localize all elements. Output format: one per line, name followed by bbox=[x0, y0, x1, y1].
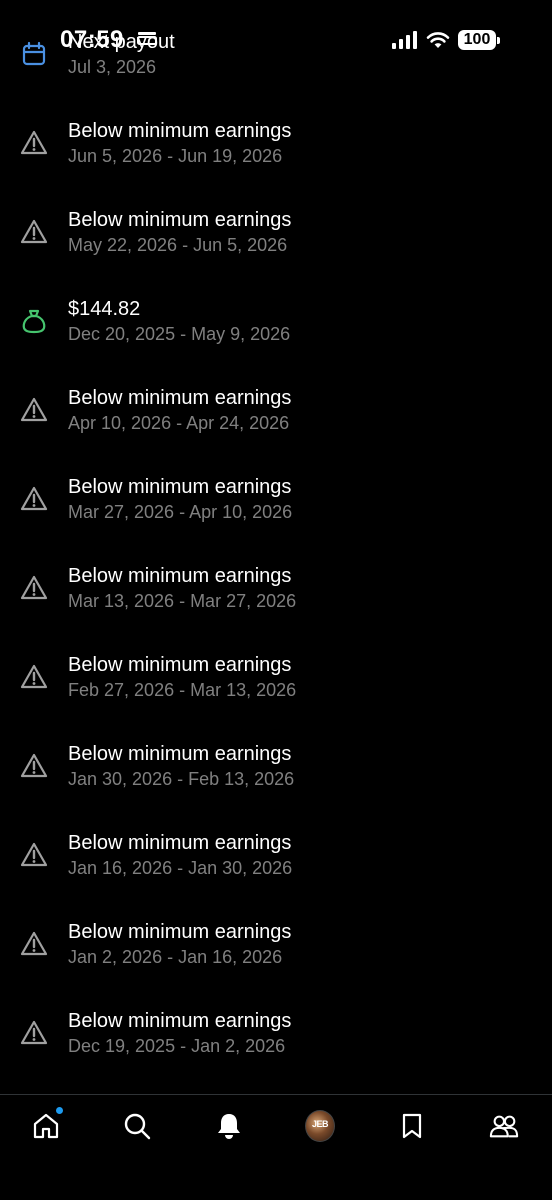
nav-notifications[interactable] bbox=[214, 1111, 244, 1141]
payout-title: Below minimum earnings bbox=[68, 476, 292, 498]
payout-title: Below minimum earnings bbox=[68, 654, 292, 676]
warning-icon bbox=[20, 1019, 48, 1047]
payout-date-range: Mar 27, 2026 - Apr 10, 2026 bbox=[68, 502, 293, 522]
payout-title: Below minimum earnings bbox=[68, 1010, 292, 1032]
payout-date-range: Apr 10, 2026 - Apr 24, 2026 bbox=[68, 413, 290, 433]
payout-row[interactable]: Below minimum earnings Mar 13, 2026 - Mar… bbox=[0, 554, 552, 643]
nav-profile[interactable]: JEB bbox=[305, 1110, 335, 1142]
nav-communities[interactable] bbox=[489, 1111, 519, 1141]
payout-date-range: Mar 13, 2026 - Mar 27, 2026 bbox=[68, 591, 297, 611]
home-notification-dot bbox=[56, 1107, 63, 1114]
calendar-icon bbox=[20, 40, 48, 68]
payout-title: Below minimum earnings bbox=[68, 743, 292, 765]
payout-date-range: May 22, 2026 - Jun 5, 2026 bbox=[68, 235, 288, 255]
payout-date-range: Jan 16, 2026 - Jan 30, 2026 bbox=[68, 858, 293, 878]
payout-date-range: Jan 30, 2026 - Feb 13, 2026 bbox=[68, 769, 295, 789]
money-bag-icon bbox=[20, 307, 48, 335]
bookmark-icon bbox=[402, 1113, 422, 1139]
avatar-text: JEB bbox=[311, 1119, 329, 1129]
payout-title: Below minimum earnings bbox=[68, 120, 292, 142]
warning-icon bbox=[20, 841, 48, 869]
avatar: JEB bbox=[305, 1110, 335, 1142]
payout-title: Below minimum earnings bbox=[68, 209, 292, 231]
payout-title: Below minimum earnings bbox=[68, 832, 292, 854]
bell-icon bbox=[218, 1114, 240, 1139]
payout-title: Next payout bbox=[68, 31, 175, 53]
nav-home[interactable] bbox=[31, 1107, 63, 1141]
payout-title: $144.82 bbox=[68, 298, 141, 320]
warning-icon bbox=[20, 485, 48, 513]
search-icon bbox=[124, 1113, 151, 1140]
bottom-navigation: JEB bbox=[0, 1094, 552, 1200]
warning-icon bbox=[20, 218, 48, 246]
payout-row[interactable]: Below minimum earnings Apr 10, 2026 - Apr… bbox=[0, 376, 552, 465]
payout-date-range: Jul 3, 2026 bbox=[68, 57, 157, 77]
payout-row[interactable]: Below minimum earnings Jan 16, 2026 - Jan… bbox=[0, 821, 552, 910]
payout-title: Below minimum earnings bbox=[68, 921, 292, 943]
payout-row[interactable]: Below minimum earnings Jan 30, 2026 - Feb… bbox=[0, 732, 552, 821]
communities-icon bbox=[489, 1115, 519, 1138]
warning-icon bbox=[20, 129, 48, 157]
payout-row[interactable]: Below minimum earnings May 22, 2026 - Jun… bbox=[0, 198, 552, 287]
payout-row[interactable]: Below minimum earnings Feb 27, 2026 - Mar… bbox=[0, 643, 552, 732]
payout-title: Below minimum earnings bbox=[68, 565, 292, 587]
nav-bookmarks[interactable] bbox=[397, 1111, 427, 1141]
warning-icon bbox=[20, 930, 48, 958]
payout-date-range: Dec 20, 2025 - May 9, 2026 bbox=[68, 324, 291, 344]
payout-date-range: Jun 5, 2026 - Jun 19, 2026 bbox=[68, 146, 283, 166]
payout-date-range: Jan 2, 2026 - Jan 16, 2026 bbox=[68, 947, 283, 967]
nav-search[interactable] bbox=[122, 1111, 152, 1141]
warning-icon bbox=[20, 752, 48, 780]
warning-icon bbox=[20, 663, 48, 691]
payout-title: Below minimum earnings bbox=[68, 387, 292, 409]
payout-row[interactable]: $144.82 Dec 20, 2025 - May 9, 2026 bbox=[0, 287, 552, 376]
payout-row[interactable]: Below minimum earnings Jan 2, 2026 - Jan … bbox=[0, 910, 552, 999]
payout-row[interactable]: Next payout Jul 3, 2026 bbox=[0, 20, 552, 109]
home-icon bbox=[33, 1113, 59, 1139]
payout-history-list[interactable]: Next payout Jul 3, 2026 Below minimum earn… bbox=[0, 0, 552, 1094]
warning-icon bbox=[20, 396, 48, 424]
payout-date-range: Dec 19, 2025 - Jan 2, 2026 bbox=[68, 1036, 286, 1056]
payout-row[interactable]: Below minimum earnings Mar 27, 2026 - Apr… bbox=[0, 465, 552, 554]
payout-row[interactable]: Below minimum earnings Jun 5, 2026 - Jun … bbox=[0, 109, 552, 198]
warning-icon bbox=[20, 574, 48, 602]
payout-row[interactable]: Below minimum earnings Dec 19, 2025 - Jan… bbox=[0, 999, 552, 1088]
payout-date-range: Feb 27, 2026 - Mar 13, 2026 bbox=[68, 680, 297, 700]
